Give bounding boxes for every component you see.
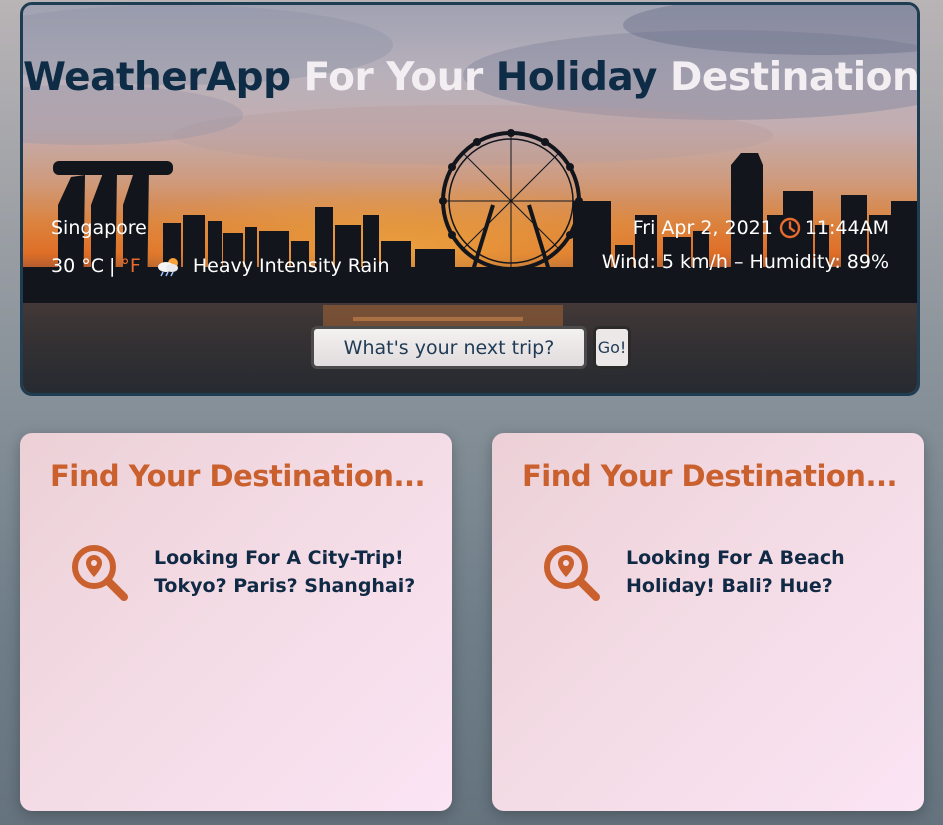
card-title: Find Your Destination...: [522, 459, 898, 493]
date-time-line: Fri Apr 2, 2021 11:44AM: [602, 217, 889, 239]
card-line-2: Holiday! Bali? Hue?: [626, 575, 833, 597]
search-location-icon: [542, 543, 602, 603]
card-line-1: Looking For A City-Trip!: [154, 547, 404, 569]
hero-banner: WeatherApp For Your Holiday Destination …: [20, 2, 920, 396]
wind-humidity: Wind: 5 km/h – Humidity: 89%: [601, 251, 889, 273]
temperature-line: 30 °C | °F Heavy Intensity Rain: [51, 255, 390, 277]
card-title: Find Your Destination...: [50, 459, 426, 493]
destination-card-beach[interactable]: Find Your Destination... Looking For A B…: [492, 433, 924, 811]
card-line-2: Tokyo? Paris? Shanghai?: [154, 575, 416, 597]
unit-celsius-link[interactable]: °C: [81, 255, 104, 277]
current-weather: Singapore 30 °C | °F Heavy Intensity Rai…: [51, 217, 390, 277]
app-title-brand: WeatherApp: [23, 55, 291, 100]
clock-icon: [779, 217, 801, 239]
destination-search-input[interactable]: [311, 326, 587, 369]
search-location-icon: [70, 543, 130, 603]
go-button[interactable]: Go!: [593, 326, 631, 369]
card-line-1: Looking For A Beach: [626, 547, 845, 569]
city-name: Singapore: [51, 217, 147, 239]
unit-separator: |: [109, 255, 116, 277]
app-title-destination: Destination: [670, 55, 920, 100]
app-title: WeatherApp For Your Holiday Destination: [23, 55, 917, 100]
temperature-value: 30: [51, 255, 76, 277]
current-date: Fri Apr 2, 2021: [632, 217, 773, 239]
card-description: Looking For A Beach Holiday! Bali? Hue?: [626, 544, 906, 600]
current-time: 11:44AM: [804, 217, 889, 239]
weather-condition: Heavy Intensity Rain: [192, 255, 390, 277]
destination-card-city[interactable]: Find Your Destination... Looking For A C…: [20, 433, 452, 811]
app-title-holiday: Holiday: [495, 55, 658, 100]
date-and-conditions: Fri Apr 2, 2021 11:44AM Wind: 5 km/h – H…: [602, 217, 889, 273]
rain-cloud-icon: [155, 255, 181, 277]
card-description: Looking For A City-Trip! Tokyo? Paris? S…: [154, 544, 434, 600]
app-title-for-your: For Your: [303, 55, 484, 100]
unit-fahrenheit-link[interactable]: °F: [120, 255, 140, 277]
